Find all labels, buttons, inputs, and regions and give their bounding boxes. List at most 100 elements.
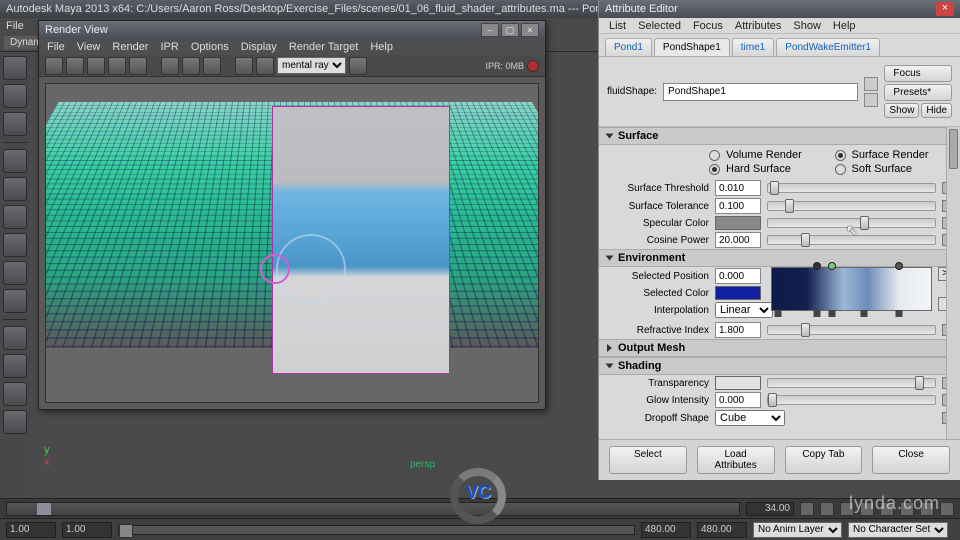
tab-time1[interactable]: time1 <box>732 38 774 56</box>
range-knob[interactable] <box>119 524 133 538</box>
layout-four[interactable] <box>3 354 27 378</box>
specular-color-slider[interactable] <box>767 218 936 228</box>
scrollbar-thumb[interactable] <box>949 129 958 169</box>
rv-menu-ipr[interactable]: IPR <box>160 41 178 53</box>
selected-color-swatch[interactable] <box>715 286 761 300</box>
environment-ramp[interactable] <box>771 267 932 311</box>
ae-menu-attributes[interactable]: Attributes <box>735 20 781 32</box>
dropoff-shape-dropdown[interactable]: Cube <box>715 410 785 426</box>
transparency-swatch[interactable] <box>715 376 761 390</box>
ae-menu-focus[interactable]: Focus <box>693 20 723 32</box>
min-button[interactable]: – <box>481 23 499 37</box>
time-ruler[interactable] <box>6 502 740 516</box>
rv-menu-options[interactable]: Options <box>191 41 229 53</box>
refractive-index-field[interactable] <box>715 322 761 338</box>
rotate-manipulator[interactable] <box>260 254 290 284</box>
gamma-button[interactable] <box>182 57 200 75</box>
range-bar[interactable] <box>118 525 635 535</box>
paint-tool[interactable] <box>3 112 27 136</box>
move-tool[interactable] <box>3 149 27 173</box>
rotate-tool[interactable] <box>3 177 27 201</box>
step-back-button[interactable] <box>820 502 834 516</box>
remove-image-button[interactable] <box>256 57 274 75</box>
close-button[interactable]: Close <box>872 446 950 474</box>
ae-menu-show[interactable]: Show <box>793 20 821 32</box>
ae-close-button[interactable]: × <box>936 2 954 16</box>
pause-ipr-button[interactable] <box>349 57 367 75</box>
snapshot-button[interactable] <box>87 57 105 75</box>
layout-outliner[interactable] <box>3 410 27 434</box>
section-shading-header[interactable]: Shading <box>599 357 960 375</box>
close-button[interactable]: × <box>521 23 539 37</box>
max-button[interactable]: ▢ <box>501 23 519 37</box>
cosine-power-field[interactable] <box>715 232 761 248</box>
rv-menu-file[interactable]: File <box>47 41 65 53</box>
section-output-mesh-header[interactable]: Output Mesh <box>599 339 960 357</box>
transparency-slider[interactable] <box>767 378 936 388</box>
hide-button[interactable]: Hide <box>921 103 952 118</box>
io-out-icon[interactable] <box>864 93 878 107</box>
current-frame-field[interactable] <box>746 502 794 516</box>
presets-button[interactable]: Presets* <box>884 84 952 101</box>
radio-surface-render[interactable] <box>835 150 846 161</box>
radio-volume-render[interactable] <box>709 150 720 161</box>
surface-tolerance-slider[interactable] <box>767 201 936 211</box>
range-end[interactable] <box>641 522 691 538</box>
manip-tool[interactable] <box>3 233 27 257</box>
render-canvas[interactable] <box>45 83 539 403</box>
rewind-button[interactable] <box>800 502 814 516</box>
rv-menu-render[interactable]: Render <box>112 41 148 53</box>
render-view-title-bar[interactable]: Render View – ▢ × <box>39 21 545 39</box>
tab-pond1[interactable]: Pond1 <box>605 38 652 56</box>
to-end-button[interactable] <box>940 502 954 516</box>
layout-persp[interactable] <box>3 382 27 406</box>
refractive-index-slider[interactable] <box>767 325 936 335</box>
renderer-dropdown[interactable]: mental ray <box>277 57 346 74</box>
layout-single[interactable] <box>3 326 27 350</box>
surface-tolerance-field[interactable] <box>715 198 761 214</box>
show-manip-tool[interactable] <box>3 289 27 313</box>
lasso-tool[interactable] <box>3 84 27 108</box>
range-start[interactable] <box>62 522 112 538</box>
tab-pondshape1[interactable]: PondShape1 <box>654 38 730 56</box>
rv-menu-help[interactable]: Help <box>370 41 393 53</box>
surface-threshold-slider[interactable] <box>767 183 936 193</box>
cosine-power-slider[interactable] <box>767 235 936 245</box>
current-frame-marker[interactable] <box>37 503 51 515</box>
load-attributes-button[interactable]: Load Attributes <box>697 446 775 474</box>
tab-pondwakeemitter1[interactable]: PondWakeEmitter1 <box>776 38 880 56</box>
refresh-button[interactable] <box>129 57 147 75</box>
select-tool[interactable] <box>3 56 27 80</box>
selected-position-field[interactable] <box>715 268 761 284</box>
soft-mod-tool[interactable] <box>3 261 27 285</box>
render-region-button[interactable] <box>66 57 84 75</box>
glow-intensity-field[interactable] <box>715 392 761 408</box>
radio-soft-surface[interactable] <box>835 164 846 175</box>
glow-intensity-slider[interactable] <box>767 395 936 405</box>
rv-menu-view[interactable]: View <box>77 41 101 53</box>
rv-menu-display[interactable]: Display <box>241 41 277 53</box>
radio-hard-surface[interactable] <box>709 164 720 175</box>
ae-title-bar[interactable]: Attribute Editor × <box>599 0 960 18</box>
exposure-button[interactable] <box>161 57 179 75</box>
alpha-button[interactable] <box>203 57 221 75</box>
range-start-vis[interactable] <box>6 522 56 538</box>
select-button[interactable]: Select <box>609 446 687 474</box>
rv-menu-target[interactable]: Render Target <box>289 41 359 53</box>
ae-scrollbar[interactable] <box>946 127 960 439</box>
surface-threshold-field[interactable] <box>715 180 761 196</box>
keep-image-button[interactable] <box>235 57 253 75</box>
interpolation-dropdown[interactable]: Linear <box>715 302 773 318</box>
node-name-field[interactable] <box>663 83 858 101</box>
show-button[interactable]: Show <box>884 103 919 118</box>
ipr-record-icon[interactable] <box>527 60 539 72</box>
anim-layer-dropdown[interactable]: No Anim Layer <box>753 522 842 538</box>
render-button[interactable] <box>45 57 63 75</box>
char-set-dropdown[interactable]: No Character Set <box>848 522 948 538</box>
ae-menu-list[interactable]: List <box>609 20 626 32</box>
focus-button[interactable]: Focus <box>884 65 952 82</box>
specular-color-swatch[interactable] <box>715 216 761 230</box>
range-end-vis[interactable] <box>697 522 747 538</box>
menu-file[interactable]: File <box>6 20 24 32</box>
scale-tool[interactable] <box>3 205 27 229</box>
